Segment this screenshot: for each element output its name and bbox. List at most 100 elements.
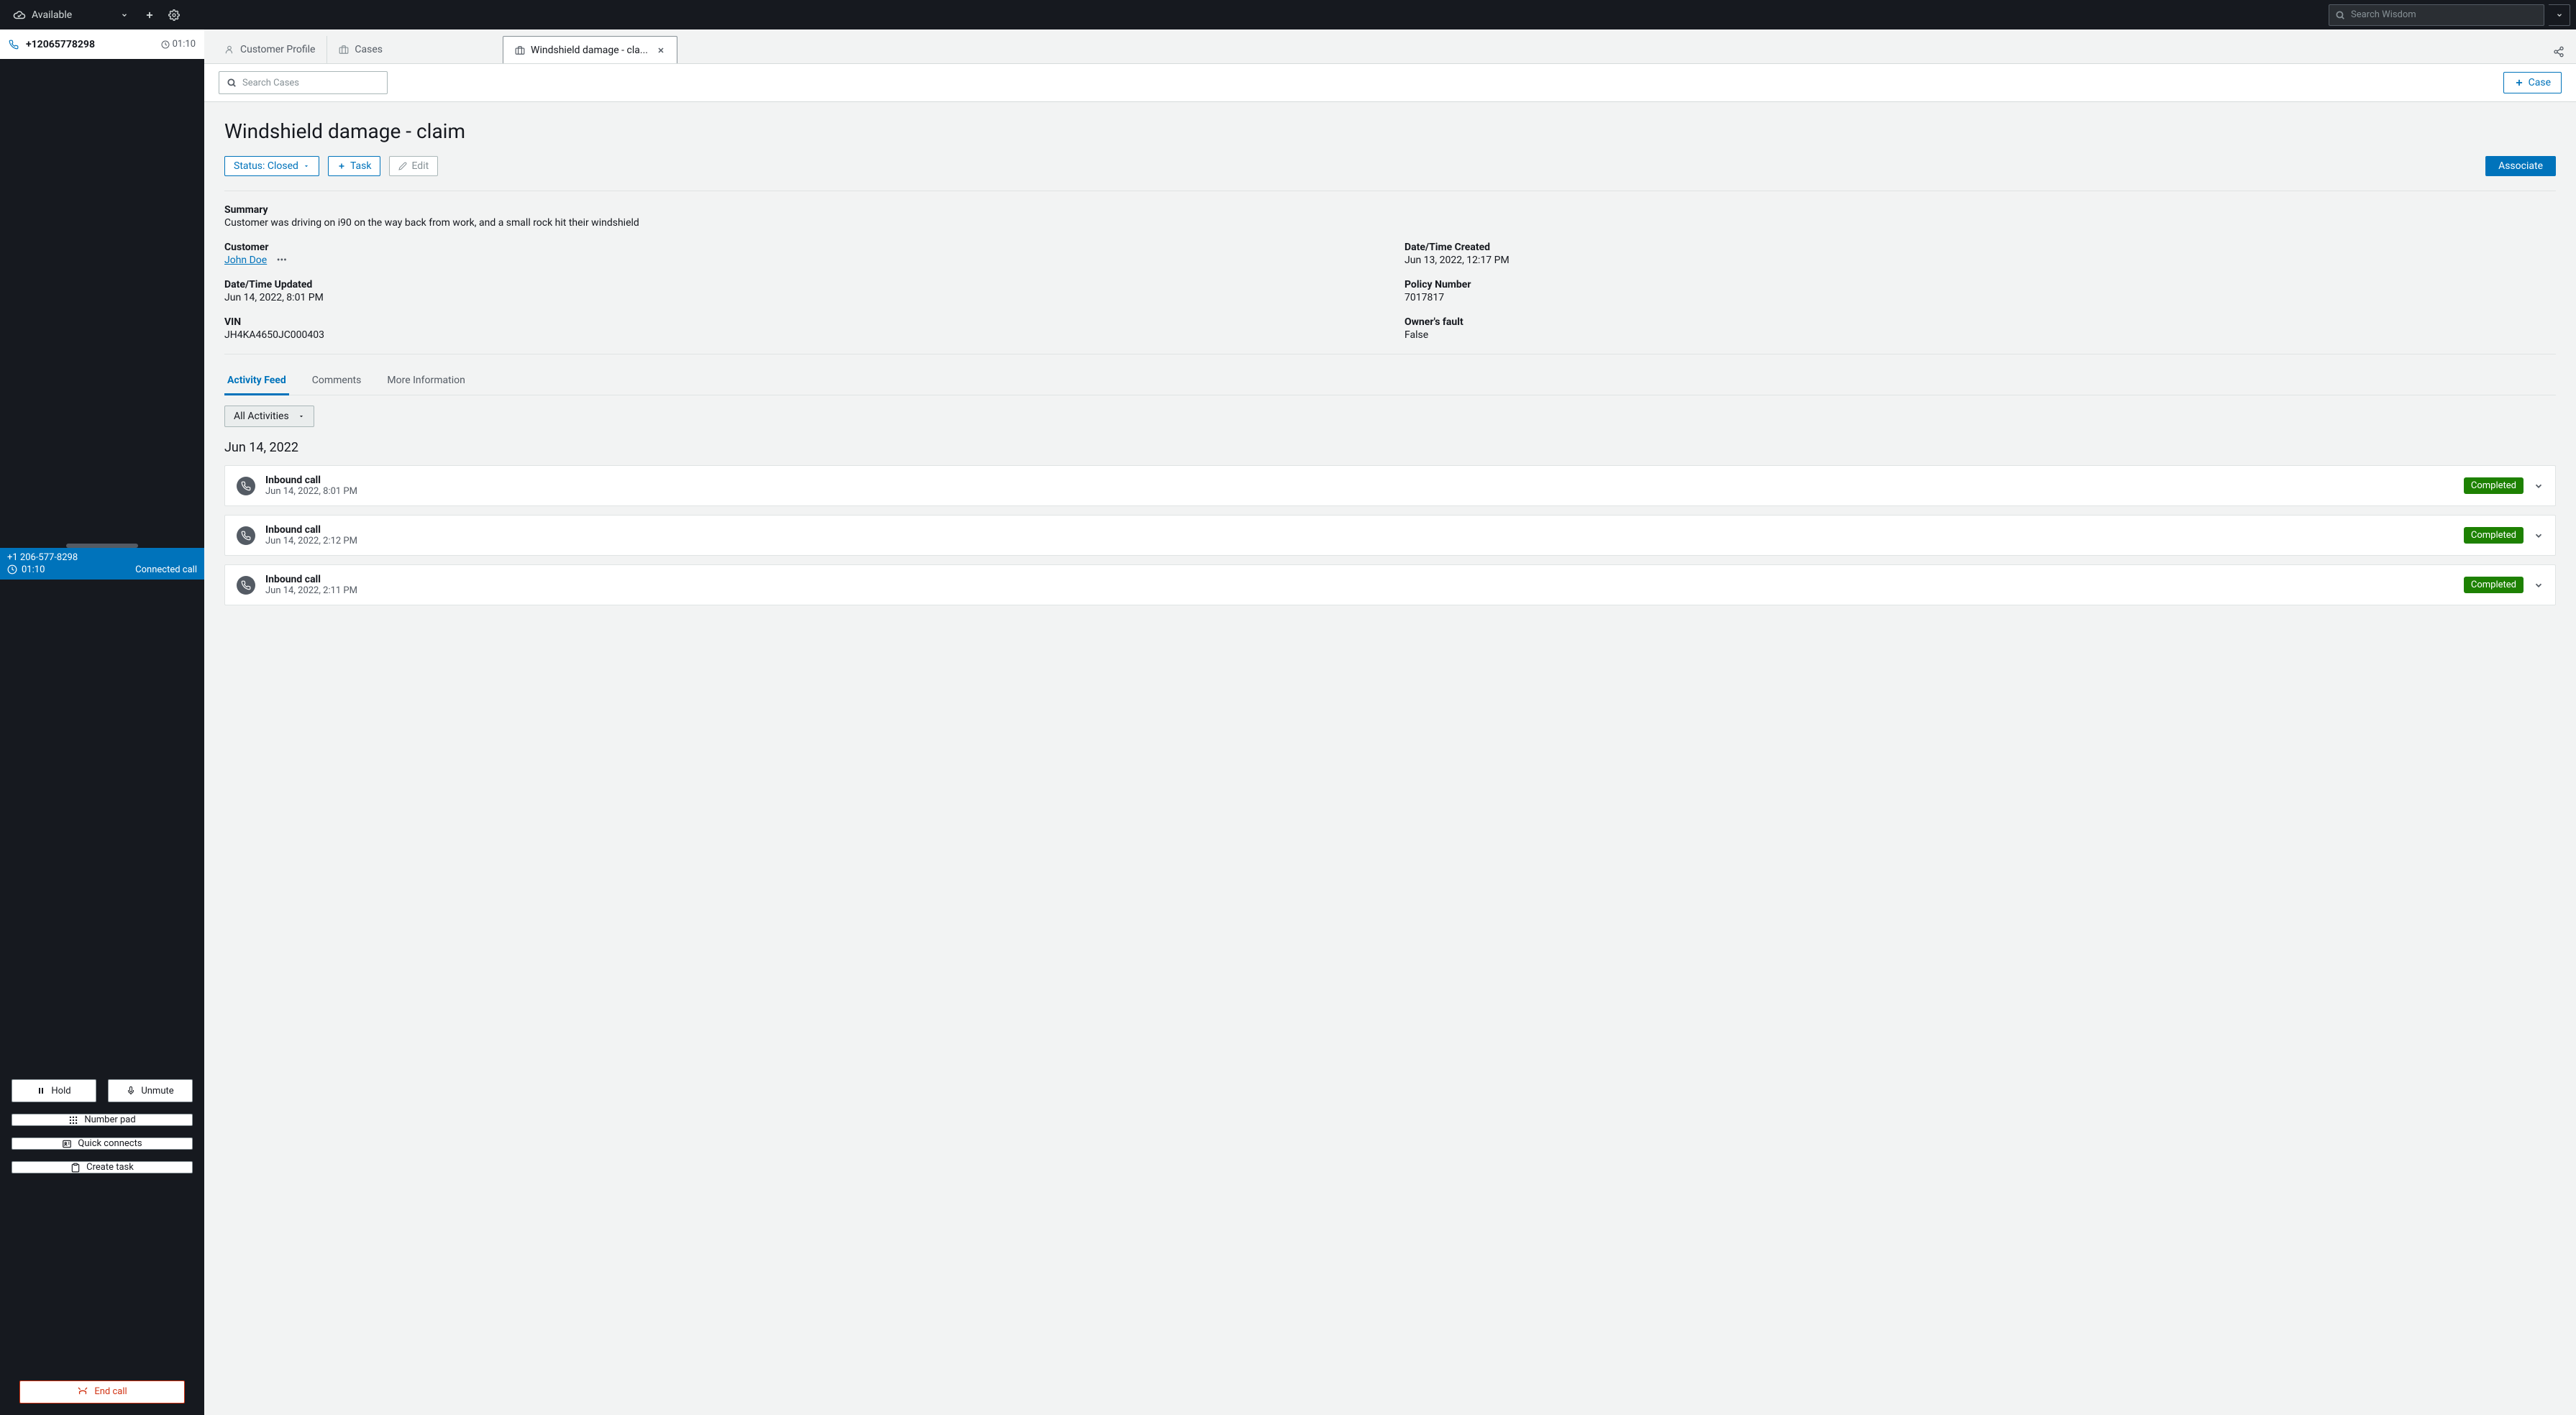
- agent-status-dropdown[interactable]: Available: [6, 4, 135, 26]
- updated-label: Date/Time Updated: [224, 279, 1376, 290]
- new-case-button[interactable]: Case: [2503, 72, 2562, 93]
- end-call-button[interactable]: End call: [19, 1380, 185, 1403]
- case-title: Windshield damage - claim: [224, 119, 2556, 143]
- tab-case-detail[interactable]: Windshield damage - cla...: [503, 36, 677, 63]
- customer-link[interactable]: John Doe: [224, 255, 267, 266]
- status-badge: Completed: [2464, 527, 2524, 544]
- workspace-tabs: Customer Profile Cases Windshield damage…: [204, 29, 2576, 64]
- call-panel: +12065778298 01:10 +1 206-577-8298 01:10…: [0, 29, 204, 1415]
- close-icon: [657, 46, 665, 55]
- edit-button[interactable]: Edit: [389, 156, 438, 176]
- mic-icon: [127, 1086, 135, 1095]
- phone-icon: [237, 477, 255, 495]
- activity-item[interactable]: Inbound call Jun 14, 2022, 8:01 PM Compl…: [224, 465, 2556, 506]
- tab-cases[interactable]: Cases: [327, 36, 395, 63]
- user-icon: [224, 45, 234, 55]
- feed-date-header: Jun 14, 2022: [224, 440, 2556, 455]
- expand-button[interactable]: [2534, 580, 2544, 590]
- activity-time: Jun 14, 2022, 2:11 PM: [265, 585, 357, 596]
- pencil-icon: [398, 162, 407, 170]
- activity-time: Jun 14, 2022, 2:12 PM: [265, 536, 357, 546]
- tab-more-info[interactable]: More Information: [384, 367, 467, 395]
- status-badge: Completed: [2464, 577, 2524, 593]
- connected-status: Connected call: [135, 564, 197, 575]
- call-tab-timer: 01:10: [161, 39, 196, 50]
- hold-button[interactable]: Hold: [12, 1079, 96, 1102]
- top-bar: Available: [0, 0, 2576, 29]
- policy-value: 7017817: [1405, 292, 2556, 303]
- caret-down-icon: [303, 162, 310, 170]
- create-task-button[interactable]: Create task: [12, 1161, 193, 1173]
- clock-icon: [161, 40, 170, 49]
- search-icon: [2335, 10, 2345, 20]
- created-label: Date/Time Created: [1405, 242, 2556, 253]
- share-button[interactable]: [2541, 40, 2576, 63]
- chevron-down-icon: [2534, 580, 2544, 590]
- updated-value: Jun 14, 2022, 8:01 PM: [224, 292, 1376, 303]
- summary-text: Customer was driving on i90 on the way b…: [224, 217, 2556, 229]
- activity-title: Inbound call: [265, 574, 357, 585]
- connected-call-bar: +1 206-577-8298 01:10 Connected call: [0, 548, 204, 580]
- expand-button[interactable]: [2534, 531, 2544, 541]
- tab-customer-profile[interactable]: Customer Profile: [213, 36, 327, 63]
- dialpad-icon: [68, 1115, 78, 1125]
- activity-time: Jun 14, 2022, 8:01 PM: [265, 486, 357, 497]
- case-action-row: Status: Closed Task Edit Associate: [224, 156, 2556, 176]
- associate-button[interactable]: Associate: [2485, 156, 2556, 176]
- task-button[interactable]: Task: [328, 156, 381, 176]
- clock-icon: [7, 564, 17, 574]
- case-search-input[interactable]: [242, 78, 380, 88]
- gear-icon: [168, 9, 180, 21]
- call-tab-number: +12065778298: [26, 39, 95, 50]
- phone-icon: [237, 576, 255, 595]
- tab-comments[interactable]: Comments: [309, 367, 365, 395]
- unmute-button[interactable]: Unmute: [108, 1079, 193, 1102]
- activity-feed-list: Inbound call Jun 14, 2022, 8:01 PM Compl…: [224, 465, 2556, 605]
- caret-down-icon: [298, 413, 305, 420]
- fault-value: False: [1405, 329, 2556, 341]
- summary-label: Summary: [224, 204, 2556, 216]
- settings-button[interactable]: [164, 5, 184, 25]
- agent-status-label: Available: [32, 9, 72, 21]
- close-tab-button[interactable]: [657, 46, 665, 55]
- call-controls: Hold Unmute Number pad Quick connects Cr…: [0, 1068, 204, 1185]
- phone-icon: [9, 40, 19, 50]
- activity-tabs: Activity Feed Comments More Information: [224, 367, 2556, 395]
- case-search-box[interactable]: [219, 71, 388, 94]
- tab-activity-feed[interactable]: Activity Feed: [224, 367, 289, 395]
- plus-icon: [2514, 78, 2524, 88]
- wisdom-search-input[interactable]: [2351, 9, 2538, 20]
- activity-item[interactable]: Inbound call Jun 14, 2022, 2:12 PM Compl…: [224, 515, 2556, 556]
- wisdom-search[interactable]: [2329, 4, 2544, 26]
- activity-filter-dropdown[interactable]: All Activities: [224, 406, 314, 427]
- clipboard-icon: [70, 1163, 81, 1173]
- hangup-icon: [77, 1386, 88, 1398]
- activity-title: Inbound call: [265, 524, 357, 536]
- customer-label: Customer: [224, 242, 1376, 253]
- plus-icon: [337, 162, 346, 170]
- cloud-check-icon: [13, 9, 26, 22]
- plus-icon: [145, 10, 155, 20]
- pause-icon: [37, 1086, 45, 1095]
- vin-label: VIN: [224, 316, 1376, 328]
- customer-more-button[interactable]: •••: [277, 255, 287, 266]
- number-pad-button[interactable]: Number pad: [12, 1114, 193, 1126]
- chevron-down-icon: [2534, 531, 2544, 541]
- quick-connects-button[interactable]: Quick connects: [12, 1137, 193, 1150]
- chevron-down-icon: [2556, 12, 2563, 19]
- policy-label: Policy Number: [1405, 279, 2556, 290]
- add-button[interactable]: [140, 5, 160, 25]
- phone-icon: [237, 526, 255, 545]
- briefcase-icon: [515, 45, 525, 55]
- horizontal-scrollbar[interactable]: [66, 544, 138, 548]
- connected-timer: 01:10: [22, 564, 45, 575]
- share-icon: [2553, 46, 2564, 58]
- active-call-tab[interactable]: +12065778298 01:10: [0, 29, 204, 59]
- wisdom-search-dropdown[interactable]: [2549, 4, 2570, 26]
- search-icon: [227, 78, 237, 88]
- activity-item[interactable]: Inbound call Jun 14, 2022, 2:11 PM Compl…: [224, 564, 2556, 605]
- vin-value: JH4KA4650JC000403: [224, 329, 1376, 341]
- expand-button[interactable]: [2534, 481, 2544, 491]
- connected-number: +1 206-577-8298: [7, 552, 78, 563]
- status-dropdown[interactable]: Status: Closed: [224, 156, 319, 176]
